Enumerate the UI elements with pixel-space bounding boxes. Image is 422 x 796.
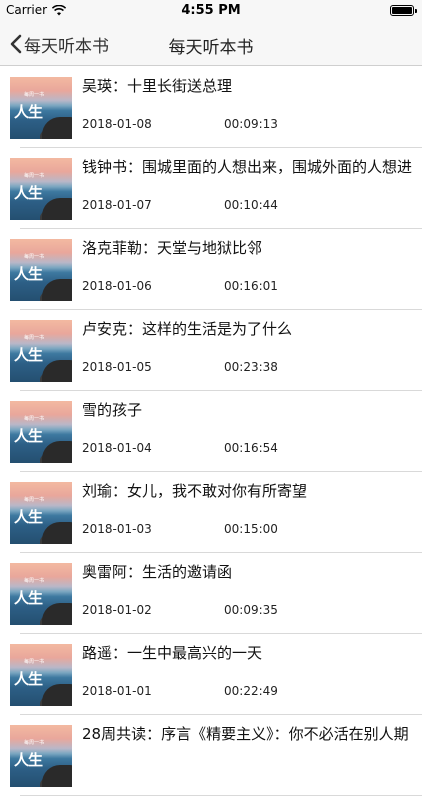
item-duration: 00:09:13 [224, 117, 278, 131]
item-title: 吴瑛：十里长街送总理 [82, 77, 233, 95]
item-duration: 00:10:44 [224, 198, 278, 212]
cover-tag: 每周一书 [24, 92, 45, 98]
status-time: 4:55 PM [181, 3, 241, 18]
cover-tag: 每周一书 [24, 497, 45, 503]
book-list: 每周一书 人生 吴瑛：十里长街送总理 2018-01-08 00:09:13 每… [0, 67, 422, 796]
item-duration: 00:16:01 [224, 279, 278, 293]
book-cover-image: 每周一书 人生 [10, 563, 72, 625]
list-item[interactable]: 每周一书 人生 28周共读：序言《精要主义》：你不必活在别人期 [0, 715, 422, 796]
item-title: 28周共读：序言《精要主义》：你不必活在别人期 [82, 725, 409, 743]
item-date: 2018-01-07 [82, 198, 152, 212]
book-cover-image: 每周一书 人生 [10, 482, 72, 544]
battery-icon [390, 5, 417, 16]
list-item[interactable]: 每周一书 人生 路遥：一生中最高兴的一天 2018-01-01 00:22:49 [0, 634, 422, 715]
item-duration: 00:23:38 [224, 360, 278, 374]
cover-glyph: 人生 [14, 184, 43, 202]
item-date: 2018-01-01 [82, 684, 152, 698]
book-cover-image: 每周一书 人生 [10, 158, 72, 220]
item-title: 路遥：一生中最高兴的一天 [82, 644, 263, 662]
cover-tag: 每周一书 [24, 659, 45, 665]
cover-tag: 每周一书 [24, 335, 45, 341]
item-date: 2018-01-08 [82, 117, 152, 131]
book-cover-image: 每周一书 人生 [10, 239, 72, 301]
item-duration: 00:16:54 [224, 441, 278, 455]
list-item[interactable]: 每周一书 人生 吴瑛：十里长街送总理 2018-01-08 00:09:13 [0, 67, 422, 148]
book-cover-image: 每周一书 人生 [10, 77, 72, 139]
list-item[interactable]: 每周一书 人生 刘瑜：女儿，我不敢对你有所寄望 2018-01-03 00:15… [0, 472, 422, 553]
book-cover-image: 每周一书 人生 [10, 725, 72, 787]
cover-glyph: 人生 [14, 346, 43, 364]
page-title: 每天听本书 [168, 38, 254, 58]
item-duration: 00:09:35 [224, 603, 278, 617]
item-title: 刘瑜：女儿，我不敢对你有所寄望 [82, 482, 308, 500]
cover-glyph: 人生 [14, 103, 43, 121]
item-date: 2018-01-02 [82, 603, 152, 617]
cover-glyph: 人生 [14, 751, 43, 769]
item-title: 洛克菲勒：天堂与地狱比邻 [82, 239, 263, 257]
cover-tag: 每周一书 [24, 416, 45, 422]
cover-glyph: 人生 [14, 427, 43, 445]
cover-tag: 每周一书 [24, 254, 45, 260]
cover-glyph: 人生 [14, 508, 43, 526]
cover-glyph: 人生 [14, 265, 43, 283]
book-cover-image: 每周一书 人生 [10, 401, 72, 463]
list-item[interactable]: 每周一书 人生 雪的孩子 2018-01-04 00:16:54 [0, 391, 422, 472]
item-duration: 00:15:00 [224, 522, 278, 536]
book-cover-image: 每周一书 人生 [10, 320, 72, 382]
item-date: 2018-01-06 [82, 279, 152, 293]
list-item[interactable]: 每周一书 人生 奥雷阿：生活的邀请函 2018-01-02 00:09:35 [0, 553, 422, 634]
list-item[interactable]: 每周一书 人生 洛克菲勒：天堂与地狱比邻 2018-01-06 00:16:01 [0, 229, 422, 310]
cover-tag: 每周一书 [24, 173, 45, 179]
cover-tag: 每周一书 [24, 740, 45, 746]
navigation-bar: 每天听本书 每天听本书 [0, 22, 422, 66]
list-item[interactable]: 每周一书 人生 钱钟书：围城里面的人想出来，围城外面的人想进 2018-01-0… [0, 148, 422, 229]
item-date: 2018-01-05 [82, 360, 152, 374]
cover-tag: 每周一书 [24, 578, 45, 584]
item-duration: 00:22:49 [224, 684, 278, 698]
book-cover-image: 每周一书 人生 [10, 644, 72, 706]
item-title: 奥雷阿：生活的邀请函 [82, 563, 233, 581]
item-title: 钱钟书：围城里面的人想出来，围城外面的人想进 [82, 158, 413, 176]
item-title: 卢安克：这样的生活是为了什么 [82, 320, 293, 338]
cover-glyph: 人生 [14, 589, 43, 607]
status-bar: Carrier 4:55 PM [0, 0, 422, 22]
item-title: 雪的孩子 [82, 401, 143, 419]
list-item[interactable]: 每周一书 人生 卢安克：这样的生活是为了什么 2018-01-05 00:23:… [0, 310, 422, 391]
cover-glyph: 人生 [14, 670, 43, 688]
item-date: 2018-01-03 [82, 522, 152, 536]
item-date: 2018-01-04 [82, 441, 152, 455]
